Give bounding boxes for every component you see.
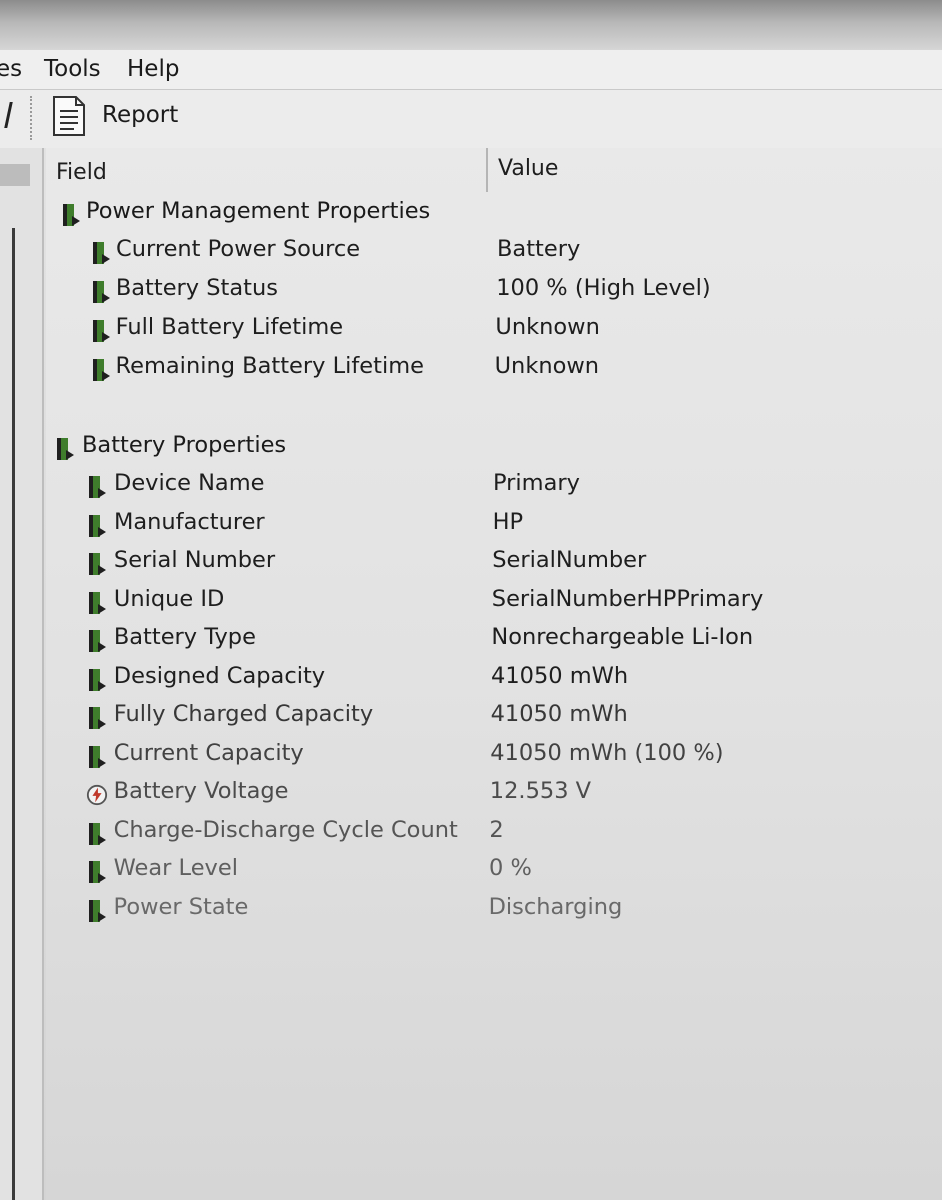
property-field: Current Power Source [116, 236, 361, 262]
property-value: Unknown [495, 314, 600, 340]
property-value: 41050 mWh [491, 662, 629, 689]
property-field: Power State [113, 893, 249, 920]
property-value: HP [492, 508, 524, 535]
group-title: Battery Properties [82, 432, 287, 458]
property-value: 12.553 V [489, 778, 592, 804]
menu-bar: es Tools Help [0, 50, 942, 90]
battery-icon [88, 514, 106, 537]
property-row[interactable]: Fully Charged Capacity 41050 mWh [46, 699, 942, 735]
toolbar-separator [30, 96, 32, 140]
group-title: Power Management Properties [86, 198, 431, 224]
property-value: 0 % [489, 855, 532, 881]
property-field: Device Name [114, 470, 265, 496]
property-row[interactable]: Battery Type Nonrechargeable Li-Ion [46, 622, 942, 658]
report-button[interactable]: Report [52, 96, 202, 138]
screen: es Tools Help Report Field Value Power M [0, 0, 942, 1200]
property-value: Discharging [488, 893, 623, 920]
battery-icon [63, 204, 80, 226]
report-label: Report [102, 102, 179, 128]
property-row[interactable]: Current Capacity 41050 mWh (100 %) [46, 738, 942, 774]
property-row[interactable]: Remaining Battery Lifetime Unknown [46, 351, 942, 387]
column-divider[interactable] [486, 148, 488, 192]
menu-item-tools[interactable]: Tools [44, 56, 101, 82]
property-field: Battery Voltage [113, 778, 289, 804]
battery-icon [88, 822, 106, 845]
battery-icon [88, 630, 106, 652]
battery-icon [92, 281, 110, 303]
property-row[interactable]: Unique ID SerialNumberHPPrimary [46, 584, 942, 620]
property-value: Battery [497, 236, 581, 262]
property-row[interactable]: Designed Capacity 41050 mWh [46, 661, 942, 697]
battery-icon [57, 438, 74, 460]
property-row[interactable]: Wear Level 0 % [46, 853, 942, 889]
menu-item-help[interactable]: Help [127, 56, 179, 82]
property-value: Primary [493, 470, 580, 496]
group-header[interactable]: Battery Properties [46, 430, 942, 466]
property-field: Unique ID [113, 585, 225, 612]
battery-icon [92, 359, 110, 381]
property-field: Fully Charged Capacity [113, 701, 374, 727]
battery-icon [88, 707, 106, 729]
battery-icon [93, 242, 110, 264]
battery-icon [89, 476, 106, 498]
property-row[interactable]: Power State Discharging [46, 892, 942, 928]
property-field: Full Battery Lifetime [115, 314, 344, 340]
property-field: Serial Number [113, 547, 276, 573]
battery-icon [88, 899, 106, 922]
toolbar: Report [0, 90, 942, 148]
menu-item-partial[interactable]: es [0, 56, 22, 82]
tree-selected-item[interactable] [0, 164, 30, 186]
group-header[interactable]: Power Management Properties [46, 196, 942, 232]
property-row[interactable]: Manufacturer HP [46, 507, 942, 543]
property-field: Manufacturer [113, 508, 265, 535]
tree-connector-line [12, 228, 15, 1200]
property-field: Designed Capacity [113, 662, 326, 689]
property-row[interactable]: Full Battery Lifetime Unknown [46, 312, 942, 348]
voltage-icon [86, 784, 107, 806]
property-value: SerialNumber [492, 547, 647, 573]
property-field: Battery Type [113, 624, 256, 650]
battery-icon [88, 591, 106, 614]
property-row[interactable]: Battery Status 100 % (High Level) [46, 273, 942, 309]
property-value: Unknown [494, 353, 600, 379]
properties-list[interactable]: Field Value Power Management Properties C… [46, 148, 942, 1200]
property-field: Charge-Discharge Cycle Count [113, 816, 458, 843]
property-row[interactable]: Serial Number SerialNumber [46, 545, 942, 581]
property-field: Remaining Battery Lifetime [115, 353, 424, 379]
battery-icon [92, 320, 110, 342]
property-row[interactable]: Current Power Source Battery [46, 234, 942, 270]
property-field: Wear Level [113, 855, 238, 881]
battery-icon [88, 668, 106, 691]
property-value: 41050 mWh [490, 701, 628, 727]
battery-icon [88, 861, 106, 883]
property-value: SerialNumberHPPrimary [491, 585, 764, 612]
column-header-value[interactable]: Value [498, 156, 558, 181]
battery-icon [88, 745, 106, 768]
toolbar-partial-icon[interactable] [0, 102, 13, 128]
property-value: 100 % (High Level) [496, 275, 711, 301]
column-header-field[interactable]: Field [56, 160, 107, 185]
property-row[interactable]: Charge-Discharge Cycle Count 2 [46, 815, 942, 851]
property-field: Current Capacity [113, 739, 304, 766]
property-row[interactable]: Device Name Primary [46, 468, 942, 504]
property-value: Nonrechargeable Li-Ion [491, 624, 754, 650]
screen-bezel [0, 0, 942, 50]
report-icon [53, 96, 85, 136]
property-value: 2 [489, 816, 504, 843]
tree-pane[interactable] [0, 148, 44, 1200]
property-field: Battery Status [115, 275, 278, 301]
property-row[interactable]: Battery Voltage 12.553 V [46, 776, 942, 812]
battery-icon [88, 553, 106, 575]
property-value: 41050 mWh (100 %) [490, 739, 724, 766]
